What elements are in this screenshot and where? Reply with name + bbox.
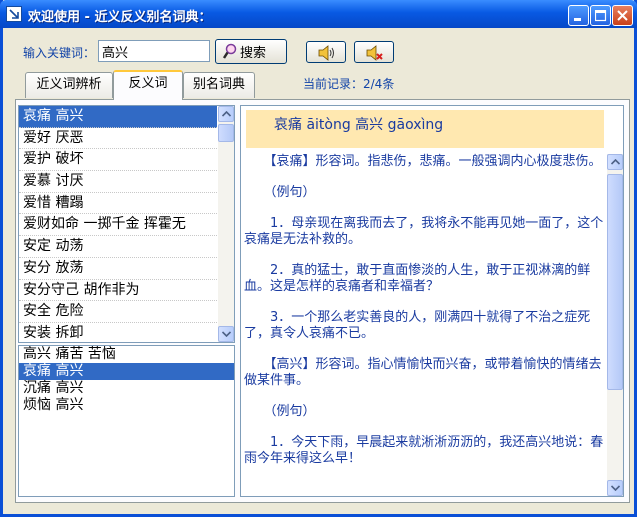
detail-scrollbar[interactable] [607, 154, 623, 496]
close-icon [617, 10, 628, 21]
related-list[interactable]: 高兴 痛苦 苦恼 哀痛 高兴 沉痛 高兴 烦恼 高兴 [18, 345, 235, 497]
detail-scroll-up-button[interactable] [607, 154, 623, 170]
list-item[interactable]: 哀痛 高兴 [19, 106, 217, 128]
speaker-icon [318, 45, 334, 61]
antonym-list-scrollbar[interactable] [218, 106, 234, 342]
antonym-list-rows: 哀痛 高兴 爱好 厌恶 爱护 破坏 爱慕 讨厌 爱惜 糟蹋 爱财如命 一掷千金 挥霍无 安定… [19, 106, 234, 342]
arrow-up-icon [222, 111, 231, 117]
scroll-up-button[interactable] [218, 106, 234, 122]
list-item[interactable]: 安装 拆卸 [19, 323, 217, 342]
main-window: 欢迎使用 - 近义反义别名词典： 输入关键词： 搜索 近义词辨析 反义词 别名词… [0, 0, 637, 517]
tab-alias[interactable]: 别名词典 [183, 72, 255, 98]
magnifier-icon [222, 43, 238, 65]
headword: 哀痛 āitòng 高兴 gāoxìng [246, 110, 604, 148]
keyword-label: 输入关键词： [23, 46, 96, 60]
detail-pane[interactable]: 哀痛 āitòng 高兴 gāoxìng 【哀痛】形容词。指悲伤，悲痛。一般强调… [240, 105, 624, 497]
minimize-icon [574, 18, 581, 21]
window-title: 欢迎使用 - 近义反义别名词典： [28, 10, 212, 25]
list-item[interactable]: 安分守己 胡作非为 [19, 280, 217, 302]
list-item[interactable]: 安分 放荡 [19, 258, 217, 280]
speak-button[interactable] [306, 41, 346, 63]
close-button[interactable] [612, 5, 633, 26]
maximize-button[interactable] [590, 5, 611, 26]
list-item[interactable]: 安全 危险 [19, 301, 217, 323]
app-icon[interactable] [6, 6, 22, 22]
detail-paragraph: 1．今天下雨，早晨起来就淅淅沥沥的，我还高兴地说：春雨今年来得这么早！ [244, 435, 604, 466]
tab-synonym[interactable]: 近义词辨析 [25, 72, 113, 98]
maximize-icon [595, 10, 607, 22]
detail-text: 【哀痛】形容词。指悲伤，悲痛。一般强调内心极度悲伤。 （例句） 1．母亲现在离我… [244, 154, 604, 482]
title-bar[interactable]: 欢迎使用 - 近义反义别名词典： [0, 0, 637, 28]
speaker-mute-icon [366, 45, 383, 61]
arrow-down-icon [611, 485, 620, 491]
list-item[interactable]: 安定 动荡 [19, 236, 217, 258]
list-item[interactable]: 哀痛 高兴 [19, 363, 234, 380]
detail-paragraph: 2．真的猛士，敢于直面惨淡的人生，敢于正视淋漓的鲜血。这是怎样的哀痛者和幸福者？ [244, 263, 591, 294]
detail-paragraph: （例句） [244, 185, 316, 200]
keyword-input[interactable] [98, 40, 210, 62]
list-item[interactable]: 爱好 厌恶 [19, 128, 217, 150]
search-button[interactable]: 搜索 [215, 39, 287, 64]
detail-scroll-thumb[interactable] [607, 174, 623, 390]
arrow-up-icon [611, 159, 620, 165]
scroll-thumb[interactable] [218, 124, 234, 142]
list-item[interactable]: 爱惜 糟蹋 [19, 193, 217, 215]
list-item[interactable]: 高兴 痛苦 苦恼 [19, 346, 234, 363]
search-button-label: 搜索 [240, 46, 267, 61]
scroll-down-button[interactable] [218, 326, 234, 342]
arrow-down-icon [222, 331, 231, 337]
detail-paragraph: 1．母亲现在离我而去了，我将永不能再见她一面了，这个哀痛是无法补救的。 [244, 216, 604, 247]
antonym-list[interactable]: 哀痛 高兴 爱好 厌恶 爱护 破坏 爱慕 讨厌 爱惜 糟蹋 爱财如命 一掷千金 挥霍无 安定… [18, 105, 235, 343]
minimize-button[interactable] [568, 5, 589, 26]
stop-speak-button[interactable] [354, 41, 394, 63]
list-item[interactable]: 爱财如命 一掷千金 挥霍无 [19, 214, 217, 237]
record-counter: 当前记录：2/4条 [303, 77, 395, 91]
tab-antonym[interactable]: 反义词 [113, 70, 183, 100]
detail-paragraph: 【哀痛】形容词。指悲伤，悲痛。一般强调内心极度悲伤。 [244, 154, 602, 169]
list-item[interactable]: 爱慕 讨厌 [19, 171, 217, 193]
list-item[interactable]: 烦恼 高兴 [19, 397, 234, 414]
detail-paragraph: 3．一个那么老实善良的人，刚满四十就得了不治之症死了，真令人哀痛不已。 [244, 310, 591, 341]
detail-scroll-down-button[interactable] [607, 480, 623, 496]
detail-paragraph: 【高兴】形容词。指心情愉快而兴奋，或带着愉快的情绪去做某件事。 [244, 357, 602, 388]
list-item[interactable]: 爱护 破坏 [19, 149, 217, 172]
related-list-rows: 高兴 痛苦 苦恼 哀痛 高兴 沉痛 高兴 烦恼 高兴 [19, 346, 234, 414]
detail-paragraph: （例句） [244, 404, 316, 419]
list-item[interactable]: 沉痛 高兴 [19, 380, 234, 397]
